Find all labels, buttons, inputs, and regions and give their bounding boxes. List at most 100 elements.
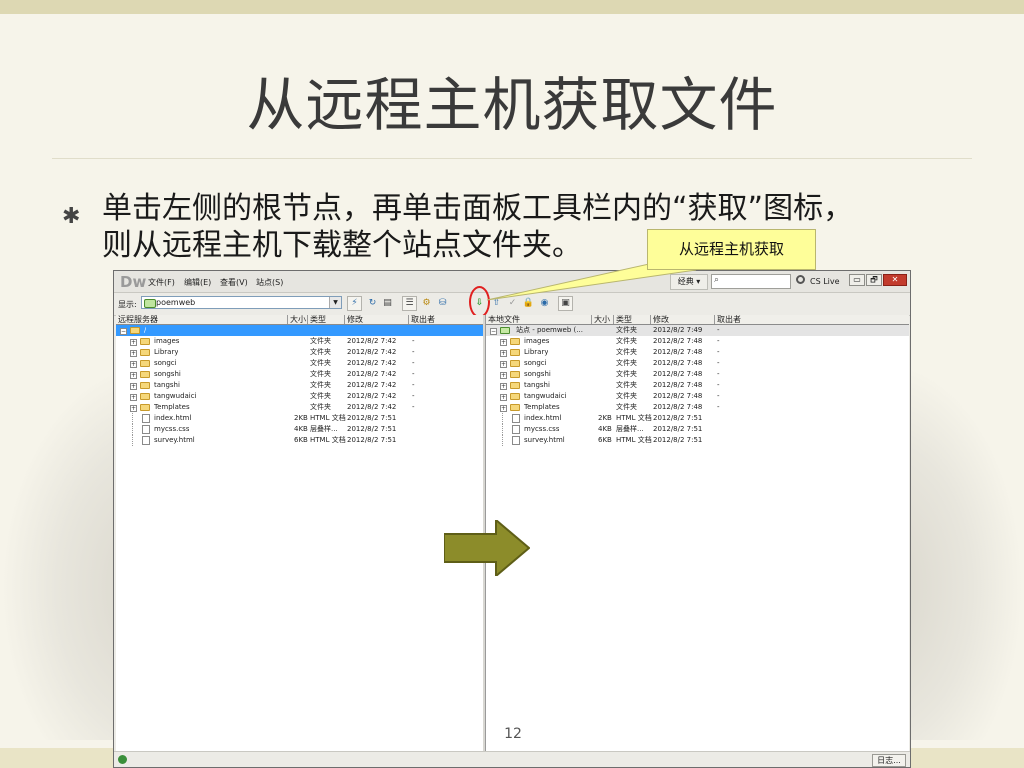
checkout-icon[interactable]: ✓	[505, 296, 520, 311]
remote-root-row[interactable]: − /	[116, 325, 483, 336]
expand-icon[interactable]: +	[130, 405, 137, 412]
expand-icon[interactable]: +	[500, 394, 507, 401]
expand-icon[interactable]: +	[130, 361, 137, 368]
folder-checkedout: -	[717, 359, 720, 367]
local-folder-row[interactable]: + Templates 文件夹 2012/8/2 7:48 -	[486, 402, 909, 413]
tree-line	[132, 435, 134, 446]
right-arrow-icon	[444, 520, 530, 576]
folder-type: 文件夹	[310, 348, 331, 356]
folder-name: tangwudaici	[524, 392, 567, 400]
folder-checkedout: -	[412, 381, 415, 389]
site-select[interactable]: poemweb ▼	[141, 296, 342, 309]
local-folder-row[interactable]: + tangshi 文件夹 2012/8/2 7:48 -	[486, 380, 909, 391]
remote-folder-row[interactable]: + songshi 文件夹 2012/8/2 7:42 -	[116, 369, 483, 380]
local-folder-row[interactable]: + images 文件夹 2012/8/2 7:48 -	[486, 336, 909, 347]
menu-view[interactable]: 查看(V)	[220, 277, 248, 288]
folder-name: songci	[154, 359, 177, 367]
folder-checkedout: -	[717, 370, 720, 378]
folder-modified: 2012/8/2 7:42	[347, 370, 397, 378]
checkin-icon[interactable]: 🔒	[521, 296, 536, 311]
col-size[interactable]: 大小	[592, 315, 614, 324]
expand-icon[interactable]: +	[500, 361, 507, 368]
menu-edit[interactable]: 编辑(E)	[184, 277, 211, 288]
sync-icon[interactable]: ◉	[537, 296, 552, 311]
expand-icon[interactable]: +	[500, 350, 507, 357]
remote-folder-row[interactable]: + tangwudaici 文件夹 2012/8/2 7:42 -	[116, 391, 483, 402]
cslive-label[interactable]: CS Live	[810, 277, 840, 286]
folder-modified: 2012/8/2 7:48	[653, 381, 703, 389]
local-folder-row[interactable]: + tangwudaici 文件夹 2012/8/2 7:48 -	[486, 391, 909, 402]
remote-folder-row[interactable]: + Library 文件夹 2012/8/2 7:42 -	[116, 347, 483, 358]
folder-modified: 2012/8/2 7:42	[347, 403, 397, 411]
expand-icon[interactable]: +	[500, 405, 507, 412]
folder-modified: 2012/8/2 7:42	[347, 359, 397, 367]
file-type: HTML 文档	[616, 436, 652, 444]
expand-icon[interactable]: +	[130, 350, 137, 357]
collapse-icon[interactable]: −	[120, 328, 127, 335]
col-size[interactable]: 大小	[288, 315, 308, 324]
local-folder-row[interactable]: + Library 文件夹 2012/8/2 7:48 -	[486, 347, 909, 358]
close-button[interactable]: ✕	[883, 274, 907, 286]
put-icon[interactable]: ⇧	[489, 296, 504, 311]
remote-file-row[interactable]: survey.html 6KB HTML 文档 2012/8/2 7:51	[116, 435, 483, 446]
folder-icon	[510, 349, 520, 356]
minimize-button[interactable]: ▭	[849, 274, 865, 286]
refresh-icon[interactable]: ↻	[365, 296, 380, 311]
remote-folder-row[interactable]: + images 文件夹 2012/8/2 7:42 -	[116, 336, 483, 347]
col-type[interactable]: 类型	[308, 315, 345, 324]
folder-modified: 2012/8/2 7:48	[653, 337, 703, 345]
col-checkedout[interactable]: 取出者	[715, 315, 909, 324]
expand-icon[interactable]: +	[130, 372, 137, 379]
remote-folder-row[interactable]: + songci 文件夹 2012/8/2 7:42 -	[116, 358, 483, 369]
view-files-icon[interactable]: ☰	[402, 296, 417, 311]
collapse-icon[interactable]: −	[490, 328, 497, 335]
expand-icon[interactable]: +	[500, 372, 507, 379]
local-folder-row[interactable]: + songci 文件夹 2012/8/2 7:48 -	[486, 358, 909, 369]
testing-server-icon[interactable]: ⚙	[419, 296, 434, 311]
background-decoration-right	[905, 360, 1024, 740]
folder-checkedout: -	[412, 359, 415, 367]
col-type[interactable]: 类型	[614, 315, 651, 324]
connect-icon[interactable]: ⚡	[347, 296, 362, 311]
col-checkedout[interactable]: 取出者	[409, 315, 483, 324]
menu-file[interactable]: 文件(F)	[148, 277, 175, 288]
remote-file-row[interactable]: index.html 2KB HTML 文档 2012/8/2 7:51	[116, 413, 483, 424]
folder-icon	[510, 393, 520, 400]
local-file-row[interactable]: survey.html 6KB HTML 文档 2012/8/2 7:51	[486, 435, 909, 446]
file-name: survey.html	[154, 436, 195, 444]
remote-file-row[interactable]: mycss.css 4KB 层叠样... 2012/8/2 7:51	[116, 424, 483, 435]
local-folder-row[interactable]: + songshi 文件夹 2012/8/2 7:48 -	[486, 369, 909, 380]
expand-icon[interactable]: +	[500, 383, 507, 390]
expand-icon[interactable]: +	[130, 383, 137, 390]
menu-site[interactable]: 站点(S)	[256, 277, 283, 288]
col-remote-name[interactable]: 远程服务器	[116, 315, 288, 324]
remote-folder-row[interactable]: + Templates 文件夹 2012/8/2 7:42 -	[116, 402, 483, 413]
folder-icon	[130, 327, 140, 334]
local-header: 本地文件 大小 类型 修改 取出者	[486, 315, 909, 325]
file-modified: 2012/8/2 7:51	[653, 436, 703, 444]
expand-icon[interactable]: +	[500, 339, 507, 346]
repository-icon[interactable]: ⛁	[435, 296, 450, 311]
folder-checkedout: -	[717, 337, 720, 345]
search-input[interactable]: ⌕	[711, 274, 791, 289]
file-modified: 2012/8/2 7:51	[653, 425, 703, 433]
col-modified[interactable]: 修改	[345, 315, 409, 324]
log-icon[interactable]: ▤	[380, 296, 395, 311]
show-label: 显示:	[118, 300, 137, 309]
expand-icon[interactable]: +	[130, 394, 137, 401]
local-file-row[interactable]: index.html 2KB HTML 文档 2012/8/2 7:51	[486, 413, 909, 424]
local-file-row[interactable]: mycss.css 4KB 层叠样... 2012/8/2 7:51	[486, 424, 909, 435]
file-size: 6KB	[294, 436, 308, 444]
restore-button[interactable]: 🗗	[866, 274, 882, 286]
col-modified[interactable]: 修改	[651, 315, 715, 324]
cslive-icon[interactable]	[796, 275, 805, 284]
folder-icon	[140, 371, 150, 378]
expand-icon[interactable]: ▣	[558, 296, 573, 311]
col-local-name[interactable]: 本地文件	[486, 315, 592, 324]
expand-icon[interactable]: +	[130, 339, 137, 346]
workspace-switcher[interactable]: 经典 ▾	[670, 274, 708, 290]
remote-folder-row[interactable]: + tangshi 文件夹 2012/8/2 7:42 -	[116, 380, 483, 391]
chevron-down-icon[interactable]: ▼	[329, 297, 341, 308]
log-button[interactable]: 日志...	[872, 754, 906, 767]
local-root-row[interactable]: − 站点 - poemweb (... 文件夹 2012/8/2 7:49 -	[486, 325, 909, 336]
